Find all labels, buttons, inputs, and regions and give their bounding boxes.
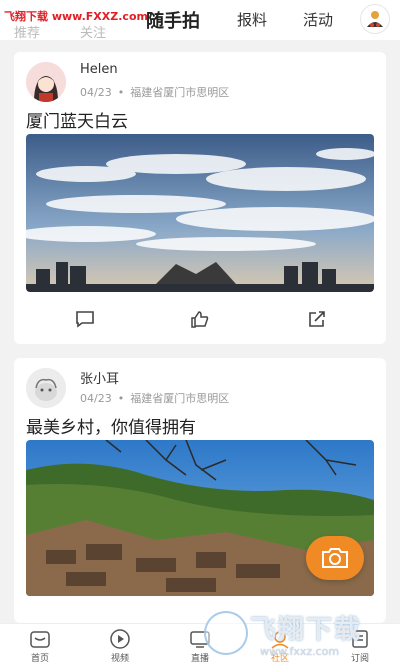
share-icon bbox=[309, 311, 325, 327]
girl-avatar-icon bbox=[26, 62, 66, 102]
like-icon bbox=[191, 311, 209, 328]
post-meta: 04/23 • 福建省厦门市思明区 bbox=[80, 86, 230, 99]
tab-report[interactable]: 报料 bbox=[237, 9, 267, 30]
tab-events[interactable]: 活动 bbox=[303, 9, 333, 30]
home-icon bbox=[30, 631, 50, 648]
author-avatar[interactable] bbox=[26, 368, 66, 408]
watermark-text: 飞翔下载 bbox=[250, 615, 363, 645]
post-title[interactable]: 最美乡村，你值得拥有 bbox=[26, 413, 196, 438]
nav-home-label: 首页 bbox=[30, 654, 49, 664]
post-date: 04/23 bbox=[80, 392, 112, 405]
top-tab-bar: 推荐 关注 飞翔下载 www.FXXZ.com 随手拍 报料 活动 bbox=[0, 0, 400, 41]
camera-button[interactable] bbox=[306, 536, 364, 580]
sketch-avatar-icon bbox=[26, 368, 66, 408]
sky-clouds-image bbox=[26, 134, 374, 292]
post-location: 福建省厦门市思明区 bbox=[130, 392, 230, 405]
watermark-url: www.fxxz.com bbox=[260, 645, 340, 658]
post-image[interactable] bbox=[26, 134, 374, 292]
post-title[interactable]: 厦门蓝天白云 bbox=[26, 107, 128, 132]
author-avatar[interactable] bbox=[26, 62, 66, 102]
tab-recommend[interactable]: 推荐 bbox=[14, 22, 40, 41]
play-icon bbox=[110, 629, 130, 649]
author-name[interactable]: Helen bbox=[80, 62, 118, 77]
user-avatar-icon bbox=[367, 11, 383, 27]
tab-snapshot[interactable]: 随手拍 bbox=[142, 7, 204, 33]
author-name[interactable]: 张小耳 bbox=[80, 368, 119, 387]
post-location: 福建省厦门市思明区 bbox=[130, 86, 230, 99]
share-button[interactable] bbox=[304, 308, 330, 330]
comment-button[interactable] bbox=[72, 308, 98, 330]
tab-follow[interactable]: 关注 bbox=[80, 22, 106, 41]
post-card[interactable]: 张小耳 04/23 • 福建省厦门市思明区 最美乡村，你值得拥有 bbox=[14, 358, 386, 623]
nav-video[interactable]: 视频 bbox=[100, 628, 140, 664]
nav-home[interactable]: 首页 bbox=[20, 628, 60, 664]
watermark: 飞翔下载 www.fxxz.com bbox=[200, 605, 400, 667]
watermark-top: 飞翔下载 www.FXXZ.com bbox=[4, 10, 148, 23]
comment-icon bbox=[76, 311, 94, 328]
post-meta: 04/23 • 福建省厦门市思明区 bbox=[80, 392, 230, 405]
post-actions bbox=[14, 308, 386, 334]
like-button[interactable] bbox=[187, 308, 213, 330]
user-avatar[interactable] bbox=[360, 4, 390, 34]
nav-video-label: 视频 bbox=[110, 654, 129, 664]
watermark-logo-icon bbox=[204, 611, 248, 655]
post-date: 04/23 bbox=[80, 86, 112, 99]
camera-icon bbox=[322, 548, 348, 568]
post-card[interactable]: Helen 04/23 • 福建省厦门市思明区 厦门蓝天白云 bbox=[14, 52, 386, 344]
